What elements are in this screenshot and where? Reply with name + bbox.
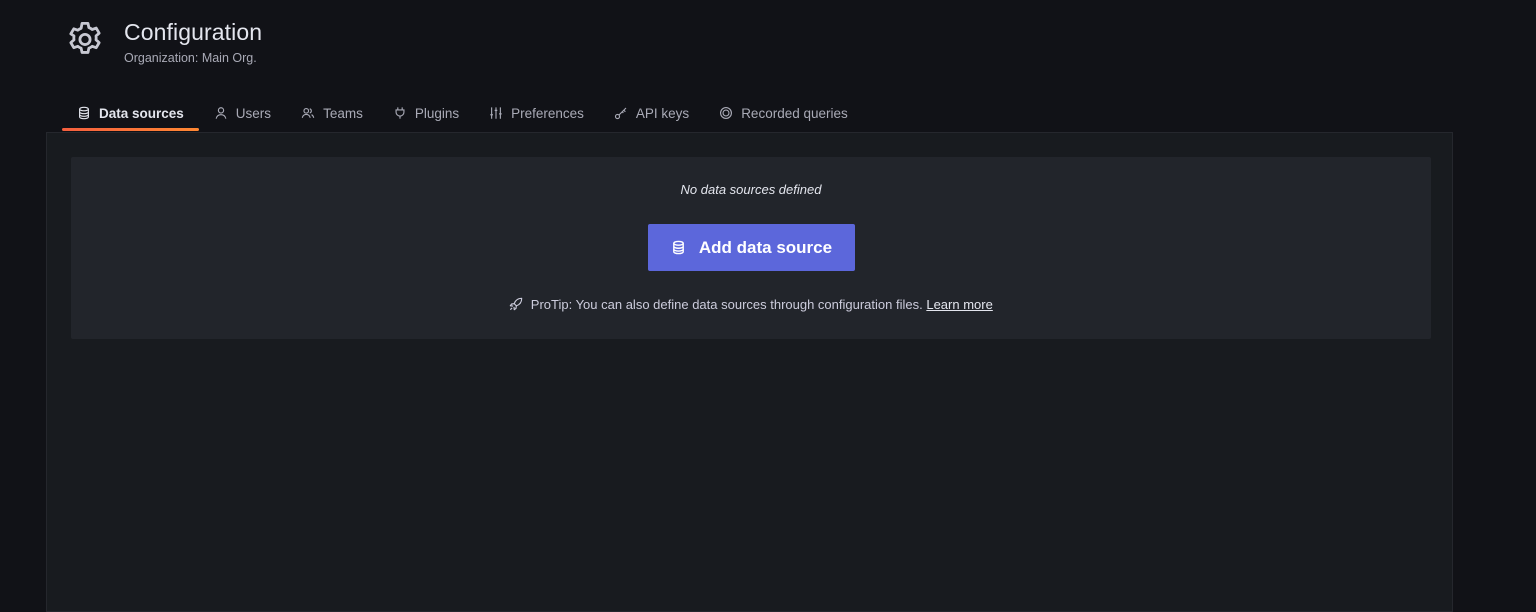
content-panel: No data sources defined Add data source …	[46, 132, 1453, 612]
learn-more-link[interactable]: Learn more	[926, 297, 992, 312]
add-data-source-label: Add data source	[698, 237, 833, 257]
database-icon	[79, 106, 89, 120]
key-icon	[614, 107, 627, 120]
page-title: Configuration	[124, 19, 263, 45]
protip-text: ProTip: You can also define data sources…	[530, 297, 923, 312]
tab-label: Preferences	[511, 105, 584, 121]
user-icon	[215, 107, 227, 119]
tab-label: Recorded queries	[741, 105, 848, 121]
tab-users[interactable]: Users	[199, 98, 286, 128]
protip: ProTip: You can also define data sources…	[71, 297, 1431, 312]
tab-plugins[interactable]: Plugins	[378, 98, 474, 128]
add-data-source-button[interactable]: Add data source	[648, 224, 855, 271]
tab-recorded-queries[interactable]: Recorded queries	[704, 98, 863, 128]
tab-label: Users	[235, 105, 272, 121]
cog-icon	[69, 21, 101, 54]
database-icon	[673, 240, 684, 255]
tab-preferences[interactable]: Preferences	[474, 98, 599, 128]
tab-label: API keys	[635, 105, 690, 121]
empty-state-card: No data sources defined Add data source …	[71, 157, 1431, 339]
rocket-icon	[509, 297, 523, 311]
plug-icon	[395, 107, 405, 119]
tab-teams[interactable]: Teams	[286, 98, 378, 128]
record-icon	[720, 107, 733, 119]
page-subtitle: Organization: Main Org.	[124, 51, 257, 65]
sliders-icon	[490, 107, 502, 119]
tab-data-sources[interactable]: Data sources	[62, 98, 199, 131]
tab-label: Data sources	[99, 105, 184, 121]
tab-bar: Data sources Users Teams Plugins Prefere…	[62, 98, 863, 132]
tab-label: Plugins	[414, 105, 460, 121]
users-icon	[301, 107, 315, 118]
empty-state-message: No data sources defined	[680, 182, 822, 197]
tab-api-keys[interactable]: API keys	[599, 98, 704, 128]
tab-label: Teams	[323, 105, 363, 121]
